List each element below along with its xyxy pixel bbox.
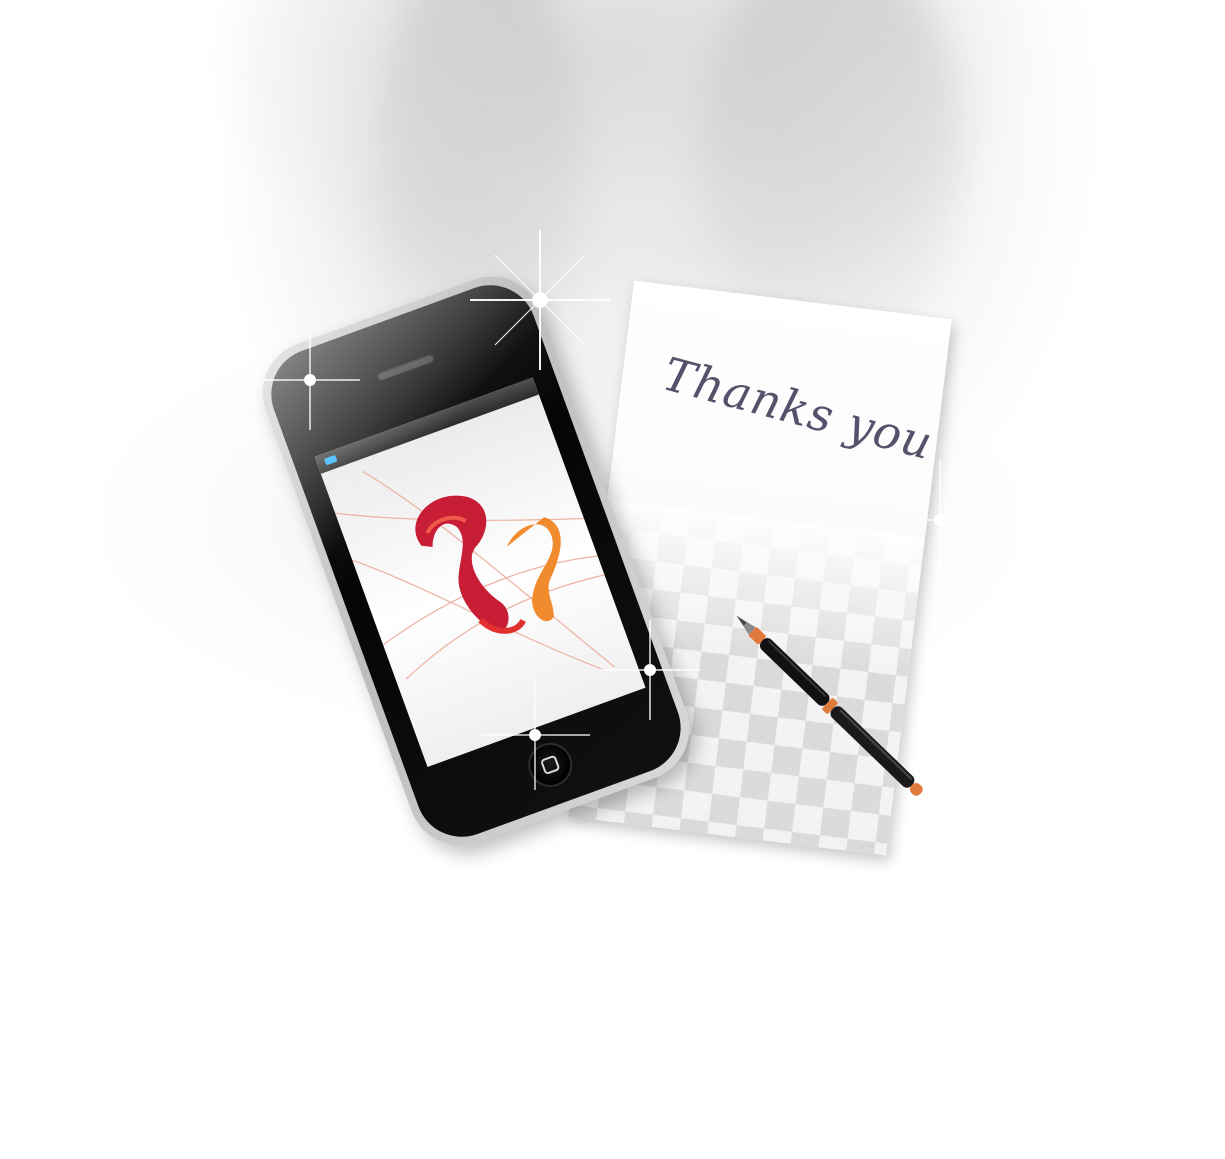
card-handwritten-text: Thanks you [657,346,939,471]
home-square-icon [539,754,561,776]
scene: Thanks you [0,0,1225,1159]
home-button[interactable] [522,736,579,794]
